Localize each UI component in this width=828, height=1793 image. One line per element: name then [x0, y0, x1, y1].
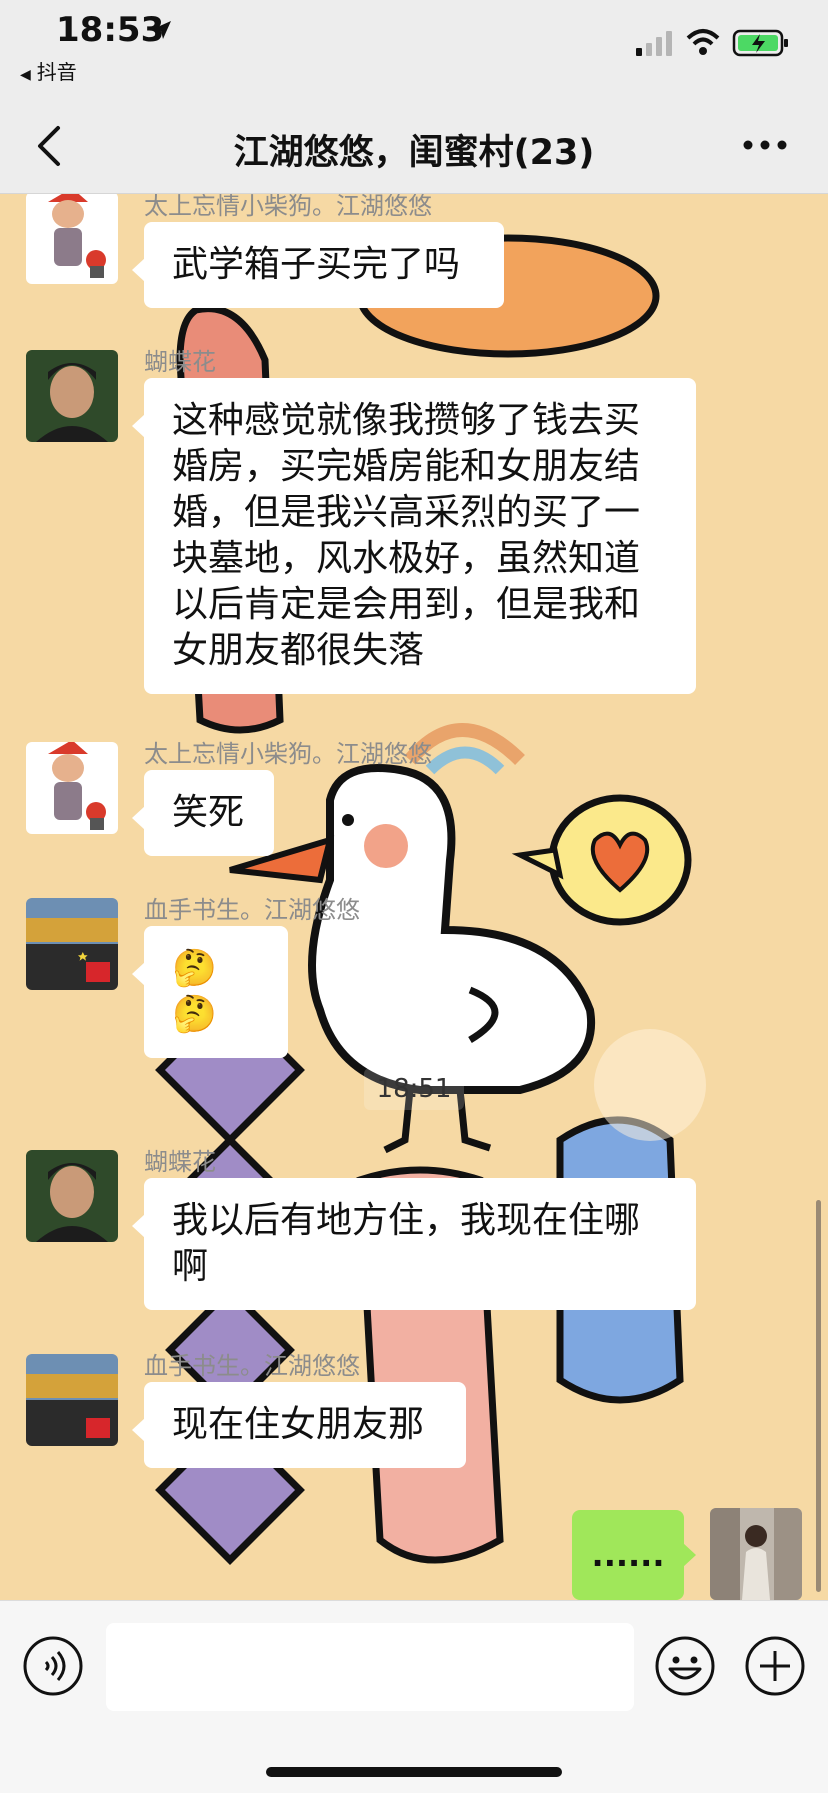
sender-name: 太上忘情小柴狗。江湖悠悠 [144, 740, 432, 768]
home-indicator [266, 1767, 562, 1777]
voice-icon[interactable] [22, 1635, 84, 1697]
man-portrait-avatar-icon [26, 350, 118, 442]
man-portrait-avatar-icon [26, 1150, 118, 1242]
landscape-avatar-icon [26, 1354, 118, 1446]
dog-santa-avatar-icon [26, 192, 118, 284]
location-arrow-icon [153, 21, 171, 39]
my-message-bubble[interactable]: ...... [572, 1510, 696, 1600]
chat-title: 江湖悠悠，闺蜜村(23) [233, 133, 595, 173]
message-bubble[interactable]: 武学箱子买完了吗 [132, 222, 504, 308]
sender-name: 蝴蝶花 [144, 348, 216, 376]
message-input[interactable] [106, 1623, 634, 1711]
avatar[interactable] [26, 1150, 118, 1242]
top-bar: 18:53 ◀ 抖音 江湖悠悠，闺蜜村(23) [0, 0, 828, 194]
status-time: 18:53 [56, 10, 165, 50]
cellular-signal-icon [636, 31, 672, 56]
battery-charging-icon [732, 29, 788, 57]
avatar[interactable] [26, 742, 118, 834]
girl-photo-avatar-icon [710, 1508, 802, 1600]
message-bubble[interactable]: 笑死 [132, 770, 274, 856]
message-bubble[interactable]: 这种感觉就像我攒够了钱去买婚房，买完婚房能和女朋友结婚，但是我兴高采烈的买了一块… [132, 378, 696, 694]
avatar[interactable] [26, 192, 118, 284]
sender-name: 血手书生。江湖悠悠 [144, 896, 360, 924]
sender-name: 血手书生。江湖悠悠 [144, 1352, 360, 1380]
message-bubble[interactable]: 🤔🤔 [132, 926, 288, 1058]
emoji-icon[interactable] [654, 1635, 716, 1697]
input-bar [0, 1600, 828, 1793]
back-app-label: 抖音 [36, 60, 77, 84]
message-bubble[interactable]: 现在住女朋友那 [132, 1382, 466, 1468]
avatar[interactable] [26, 898, 118, 990]
back-to-app-link[interactable]: ◀ 抖音 [20, 56, 77, 85]
dog-santa-avatar-icon [26, 742, 118, 834]
scrollbar[interactable] [816, 1200, 821, 1592]
avatar[interactable] [26, 1354, 118, 1446]
more-options-icon[interactable] [742, 130, 788, 160]
message-bubble[interactable]: 我以后有地方住，我现在住哪啊 [132, 1178, 696, 1310]
chat-timestamp: 18:51 [364, 1068, 464, 1110]
plus-icon[interactable] [744, 1635, 806, 1697]
my-avatar[interactable] [710, 1508, 802, 1600]
sender-name: 蝴蝶花 [144, 1148, 216, 1176]
avatar[interactable] [26, 350, 118, 442]
wifi-icon [686, 29, 720, 55]
back-triangle-icon: ◀ [20, 67, 31, 83]
landscape-avatar-icon [26, 898, 118, 990]
